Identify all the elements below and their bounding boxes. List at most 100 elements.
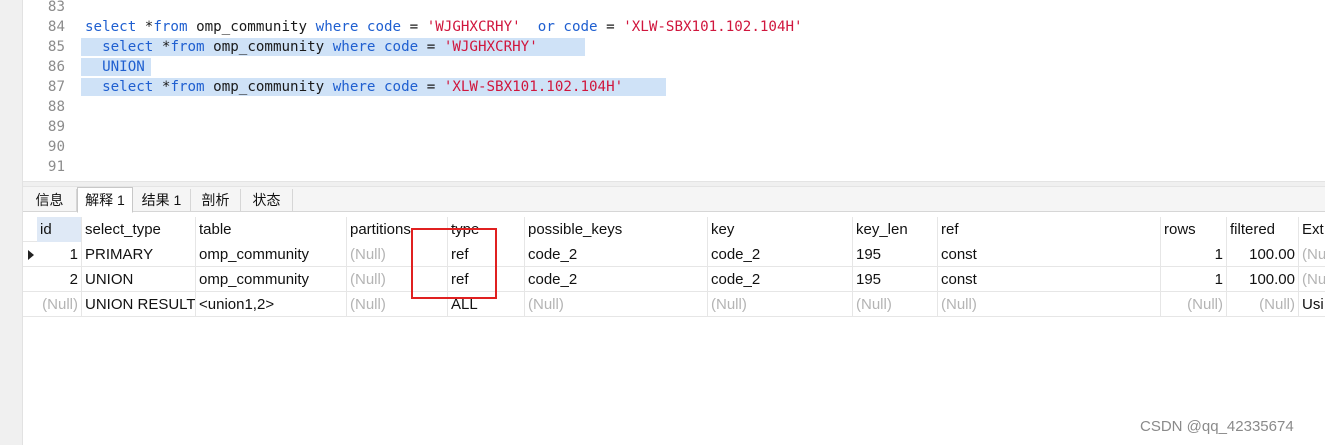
cell-table[interactable]: omp_community xyxy=(196,242,347,267)
column-header-key-len[interactable]: key_len xyxy=(853,217,938,242)
code-token: = xyxy=(401,19,427,35)
line-number: 89 xyxy=(47,119,65,135)
sql-keyword: from xyxy=(170,79,205,95)
tab-explain[interactable]: 解释 1 xyxy=(77,187,133,213)
sql-keyword: code xyxy=(384,39,419,55)
code-token: omp_community xyxy=(213,39,325,55)
cell-rows[interactable]: 1 xyxy=(1161,242,1227,267)
cell-filtered[interactable]: (Null) xyxy=(1227,292,1299,317)
sql-keyword: select xyxy=(102,79,154,95)
code-text[interactable]: select *from omp_community where code = … xyxy=(85,17,803,37)
cell-key-len[interactable]: (Null) xyxy=(853,292,938,317)
line-number: 84 xyxy=(47,19,65,35)
column-header-table[interactable]: table xyxy=(196,217,347,242)
left-panel-strip xyxy=(0,0,23,445)
sql-keyword: code xyxy=(563,19,598,35)
cell-rows[interactable]: (Null) xyxy=(1161,292,1227,317)
string-literal: 'WJGHXCRHY' xyxy=(443,39,538,55)
line-number: 90 xyxy=(47,139,65,155)
code-token: = xyxy=(597,19,624,35)
sql-keyword: from xyxy=(170,39,205,55)
cell-key-len[interactable]: 195 xyxy=(853,267,938,292)
tab-profile[interactable]: 剖析 xyxy=(191,189,241,212)
cell-id[interactable]: 1 xyxy=(37,242,82,267)
column-header-ref[interactable]: ref xyxy=(938,217,1161,242)
column-header-id[interactable]: id xyxy=(37,217,82,242)
cell-select-type[interactable]: PRIMARY xyxy=(82,242,196,267)
watermark: CSDN @qq_42335674 xyxy=(1140,418,1294,435)
cell-key-len[interactable]: 195 xyxy=(853,242,938,267)
code-token: * xyxy=(153,39,171,55)
code-token: = xyxy=(418,79,444,95)
column-header-rows[interactable]: rows xyxy=(1161,217,1227,242)
current-row-indicator-icon xyxy=(23,242,37,267)
tab-result[interactable]: 结果 1 xyxy=(133,189,191,212)
code-text[interactable]: select *from omp_community where code = … xyxy=(85,37,538,57)
cell-ref[interactable]: const xyxy=(938,242,1161,267)
cell-key[interactable]: (Null) xyxy=(708,292,853,317)
cell-table[interactable]: omp_community xyxy=(196,267,347,292)
code-text[interactable]: select *from omp_community where code = … xyxy=(85,77,623,97)
cell-key[interactable]: code_2 xyxy=(708,267,853,292)
sql-keyword: from xyxy=(153,19,188,35)
cell-table[interactable]: <union1,2> xyxy=(196,292,347,317)
cell-possible-keys[interactable]: (Null) xyxy=(525,292,708,317)
cell-possible-keys[interactable]: code_2 xyxy=(525,267,708,292)
line-number: 85 xyxy=(47,39,65,55)
sql-keyword: select xyxy=(102,39,154,55)
table-row[interactable]: 1 PRIMARY omp_community (Null) ref code_2 code… xyxy=(23,242,1325,267)
cell-id[interactable]: (Null) xyxy=(37,292,82,317)
line-number: 83 xyxy=(47,0,65,15)
triangle-right-icon xyxy=(28,250,34,260)
cell-select-type[interactable]: UNION xyxy=(82,267,196,292)
cell-select-type[interactable]: UNION RESULT xyxy=(82,292,196,317)
column-header-ext[interactable]: Ext xyxy=(1299,217,1325,242)
column-header-key[interactable]: key xyxy=(708,217,853,242)
code-token: * xyxy=(153,79,171,95)
column-header-possible-keys[interactable]: possible_keys xyxy=(525,217,708,242)
cell-ext[interactable]: Usi xyxy=(1299,292,1325,317)
line-number: 88 xyxy=(47,99,65,115)
code-text[interactable]: UNION xyxy=(85,57,145,77)
sql-keyword: select xyxy=(85,19,137,35)
cell-filtered[interactable]: 100.00 xyxy=(1227,267,1299,292)
sql-keyword: where xyxy=(315,19,359,35)
cell-ref[interactable]: (Null) xyxy=(938,292,1161,317)
cell-possible-keys[interactable]: code_2 xyxy=(525,242,708,267)
sql-keyword: code xyxy=(384,79,419,95)
explain-result-grid[interactable]: id select_type table partitions type possible… xyxy=(23,217,1325,445)
cell-rows[interactable]: 1 xyxy=(1161,267,1227,292)
sql-keyword: or xyxy=(537,19,555,35)
tab-info[interactable]: 信息 xyxy=(23,189,77,212)
cell-key[interactable]: code_2 xyxy=(708,242,853,267)
cell-ref[interactable]: const xyxy=(938,267,1161,292)
cell-ext[interactable]: (Nu xyxy=(1299,267,1325,292)
string-literal: 'WJGHXCRHY' xyxy=(426,19,521,35)
column-header-filtered[interactable]: filtered xyxy=(1227,217,1299,242)
cell-ext[interactable]: (Nu xyxy=(1299,242,1325,267)
cell-filtered[interactable]: 100.00 xyxy=(1227,242,1299,267)
line-number: 86 xyxy=(47,59,65,75)
sql-keyword: where xyxy=(332,39,376,55)
string-literal: 'XLW-SBX101.102.104H' xyxy=(443,79,624,95)
table-row[interactable]: 2 UNION omp_community (Null) ref code_2 code_2… xyxy=(23,267,1325,292)
column-header-select-type[interactable]: select_type xyxy=(82,217,196,242)
type-column-highlight-box xyxy=(411,228,497,299)
sql-keyword: where xyxy=(332,79,376,95)
sql-editor[interactable]: 83 84 select *from omp_community where cod… xyxy=(23,0,1325,181)
tab-status[interactable]: 状态 xyxy=(241,189,293,212)
code-token: = xyxy=(418,39,444,55)
table-row[interactable]: (Null) UNION RESULT <union1,2> (Null) ALL (Nu… xyxy=(23,292,1325,317)
cell-id[interactable]: 2 xyxy=(37,267,82,292)
